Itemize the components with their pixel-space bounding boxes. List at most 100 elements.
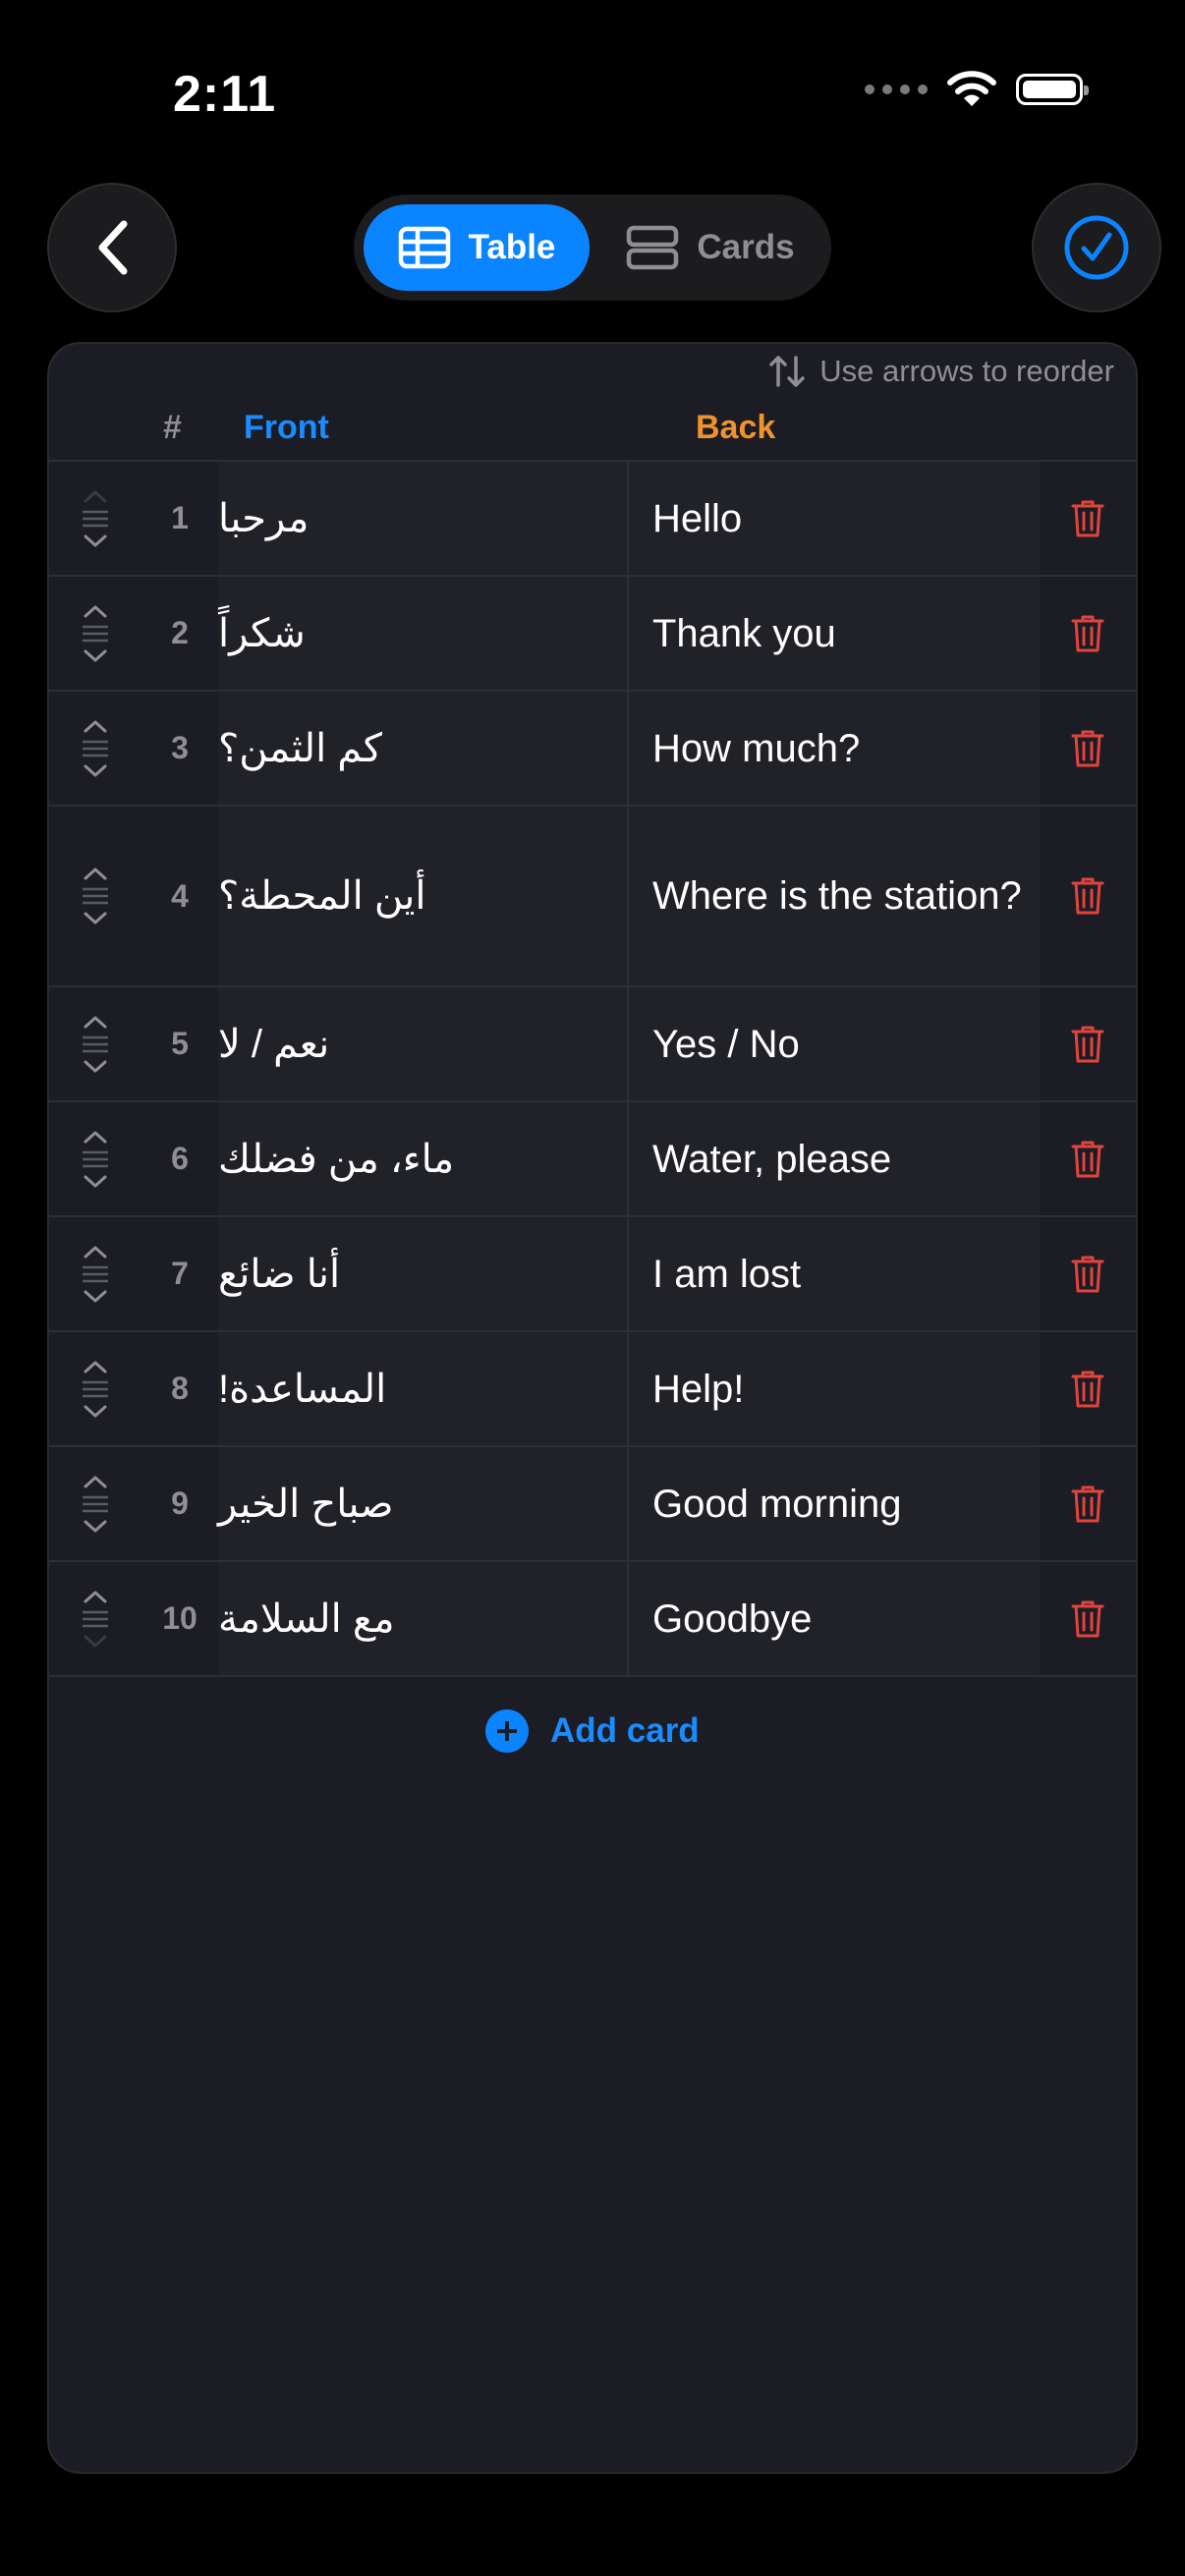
move-up-icon[interactable] (83, 867, 108, 880)
drag-handle-icon[interactable] (81, 886, 110, 906)
table-icon (398, 226, 450, 269)
back-cell[interactable]: Help! (629, 1332, 1040, 1445)
add-card-button[interactable]: Add card (485, 1709, 700, 1753)
view-mode-toggle: Table Cards (354, 195, 831, 301)
reorder-handle[interactable] (49, 1562, 141, 1675)
front-cell[interactable]: المساعدة! (218, 1332, 629, 1445)
status-indicators (865, 71, 1089, 108)
table-segment-label: Table (468, 228, 556, 266)
delete-button[interactable] (1040, 577, 1136, 690)
cards-segment[interactable]: Cards (599, 204, 821, 291)
front-cell[interactable]: نعم / لا (218, 987, 629, 1100)
back-button[interactable] (47, 183, 177, 312)
front-cell[interactable]: مع السلامة (218, 1562, 629, 1675)
reorder-handle[interactable] (49, 577, 141, 690)
move-down-icon[interactable] (83, 1290, 108, 1304)
delete-button[interactable] (1040, 692, 1136, 805)
delete-button[interactable] (1040, 1447, 1136, 1560)
delete-button[interactable] (1040, 1217, 1136, 1330)
move-down-icon[interactable] (83, 1635, 108, 1649)
trash-icon (1071, 1371, 1104, 1407)
table-row: 1 مرحبا Hello (49, 462, 1136, 577)
move-down-icon[interactable] (83, 1405, 108, 1419)
back-cell[interactable]: Thank you (629, 577, 1040, 690)
drag-handle-icon[interactable] (81, 1149, 110, 1169)
drag-handle-icon[interactable] (81, 1264, 110, 1284)
reorder-handle[interactable] (49, 1447, 141, 1560)
back-cell[interactable]: Good morning (629, 1447, 1040, 1560)
row-number: 9 (171, 1485, 189, 1521)
delete-button[interactable] (1040, 1562, 1136, 1675)
reorder-handle[interactable] (49, 1332, 141, 1445)
move-down-icon[interactable] (83, 912, 108, 925)
move-up-icon[interactable] (83, 489, 108, 503)
drag-handle-icon[interactable] (81, 1494, 110, 1514)
reorder-arrows-icon (769, 356, 805, 387)
cards-icon (627, 225, 679, 270)
move-down-icon[interactable] (83, 534, 108, 548)
delete-button[interactable] (1040, 1102, 1136, 1215)
drag-handle-icon[interactable] (81, 1609, 110, 1629)
drag-handle-icon[interactable] (81, 509, 110, 529)
move-down-icon[interactable] (83, 1060, 108, 1074)
delete-button[interactable] (1040, 1332, 1136, 1445)
table-row: 8 المساعدة! Help! (49, 1332, 1136, 1447)
move-up-icon[interactable] (83, 1475, 108, 1488)
move-up-icon[interactable] (83, 1130, 108, 1144)
move-down-icon[interactable] (83, 1175, 108, 1189)
move-up-icon[interactable] (83, 1590, 108, 1603)
back-cell[interactable]: Goodbye (629, 1562, 1040, 1675)
confirm-button[interactable] (1032, 183, 1161, 312)
front-cell[interactable]: كم الثمن؟ (218, 692, 629, 805)
drag-handle-icon[interactable] (81, 624, 110, 644)
drag-handle-icon[interactable] (81, 1379, 110, 1399)
move-up-icon[interactable] (83, 1360, 108, 1373)
reorder-handle[interactable] (49, 987, 141, 1100)
move-down-icon[interactable] (83, 649, 108, 663)
back-cell[interactable]: Where is the station? (629, 807, 1040, 985)
column-header-back: Back (696, 409, 776, 446)
table-segment[interactable]: Table (364, 204, 590, 291)
cards-table: Use arrows to reorder # Front Back 1 مرح… (47, 342, 1138, 2474)
move-up-icon[interactable] (83, 719, 108, 733)
front-cell[interactable]: صباح الخير (218, 1447, 629, 1560)
reorder-hint: Use arrows to reorder (768, 354, 1114, 389)
row-number: 5 (171, 1026, 189, 1061)
delete-button[interactable] (1040, 462, 1136, 575)
cellular-signal-icon (865, 84, 928, 94)
front-cell[interactable]: مرحبا (218, 462, 629, 575)
back-cell[interactable]: How much? (629, 692, 1040, 805)
column-header-front: Front (244, 409, 329, 446)
delete-button[interactable] (1040, 987, 1136, 1100)
move-up-icon[interactable] (83, 1015, 108, 1029)
back-cell[interactable]: Water, please (629, 1102, 1040, 1215)
reorder-handle[interactable] (49, 462, 141, 575)
trash-icon (1071, 1026, 1104, 1062)
drag-handle-icon[interactable] (81, 739, 110, 758)
back-cell[interactable]: Hello (629, 462, 1040, 575)
front-cell[interactable]: أين المحطة؟ (218, 807, 629, 985)
reorder-handle[interactable] (49, 1102, 141, 1215)
move-up-icon[interactable] (83, 604, 108, 618)
back-cell[interactable]: I am lost (629, 1217, 1040, 1330)
trash-icon (1071, 730, 1104, 766)
reorder-handle[interactable] (49, 807, 141, 985)
table-row: 7 أنا ضائع I am lost (49, 1217, 1136, 1332)
trash-icon (1071, 615, 1104, 651)
move-down-icon[interactable] (83, 1520, 108, 1534)
reorder-handle[interactable] (49, 692, 141, 805)
front-cell[interactable]: شكراً (218, 577, 629, 690)
table-rows: 1 مرحبا Hello 2 شكراً Thank you 3 كم الث… (49, 460, 1136, 1677)
move-up-icon[interactable] (83, 1245, 108, 1259)
move-down-icon[interactable] (83, 764, 108, 778)
back-cell[interactable]: Yes / No (629, 987, 1040, 1100)
add-card-label: Add card (550, 1711, 700, 1750)
drag-handle-icon[interactable] (81, 1035, 110, 1054)
table-row: 9 صباح الخير Good morning (49, 1447, 1136, 1562)
front-cell[interactable]: ماء، من فضلك (218, 1102, 629, 1215)
reorder-handle[interactable] (49, 1217, 141, 1330)
table-row: 3 كم الثمن؟ How much? (49, 692, 1136, 807)
table-row: 10 مع السلامة Goodbye (49, 1562, 1136, 1677)
delete-button[interactable] (1040, 807, 1136, 985)
front-cell[interactable]: أنا ضائع (218, 1217, 629, 1330)
